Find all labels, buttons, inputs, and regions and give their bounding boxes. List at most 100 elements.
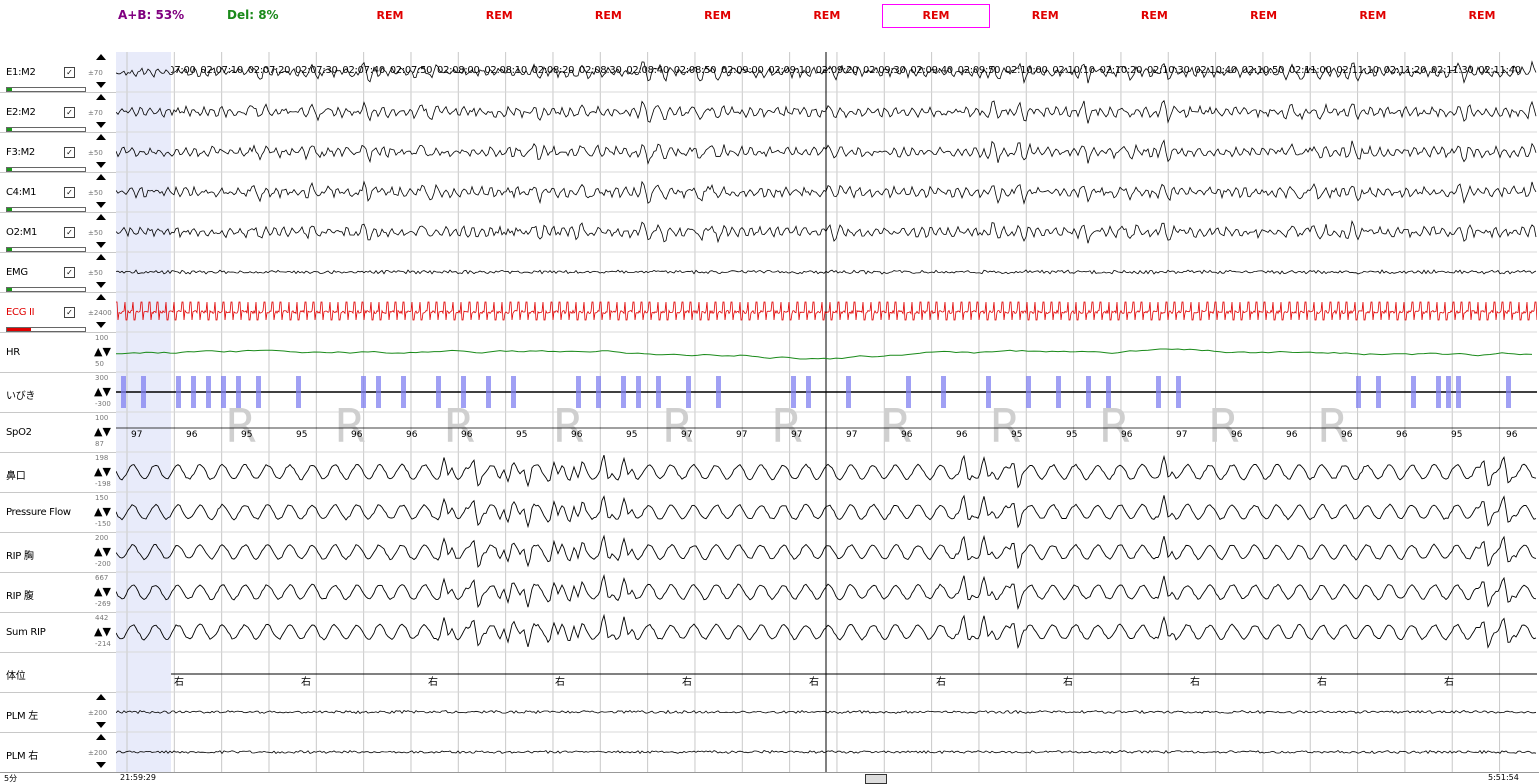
channel-row[interactable]: E1:M2 ✓ ±70 bbox=[0, 52, 116, 93]
scale-adjust-arrows-icon[interactable]: ▲▼ bbox=[94, 465, 111, 478]
snore-event-mark bbox=[1456, 376, 1461, 408]
channel-scale-max: 442 bbox=[95, 614, 109, 622]
scale-down-arrow-icon[interactable] bbox=[96, 762, 106, 768]
channel-row[interactable]: ECG II ✓ ±2400 bbox=[0, 292, 116, 333]
channel-label: EMG bbox=[6, 267, 28, 278]
channel-row[interactable]: EMG ✓ ±50 bbox=[0, 252, 116, 293]
stage-watermark: R bbox=[1317, 399, 1349, 453]
spo2-value: 97 bbox=[131, 430, 142, 440]
scale-adjust-arrows-icon[interactable]: ▲▼ bbox=[94, 545, 111, 558]
channel-row[interactable]: Pressure Flow 150 -150 ▲▼ bbox=[0, 492, 116, 533]
scale-down-arrow-icon[interactable] bbox=[96, 82, 106, 88]
stage-label[interactable]: REM bbox=[995, 9, 1095, 22]
snore-event-mark bbox=[1156, 376, 1161, 408]
channel-label: PLM 右 bbox=[6, 751, 38, 762]
scale-down-arrow-icon[interactable] bbox=[96, 722, 106, 728]
channel-row[interactable]: O2:M1 ✓ ±50 bbox=[0, 212, 116, 253]
scale-up-arrow-icon[interactable] bbox=[96, 174, 106, 180]
channel-row[interactable]: Sum RIP 442 -214 ▲▼ bbox=[0, 612, 116, 653]
channel-gain-fill bbox=[7, 88, 12, 91]
channel-label: 鼻口 bbox=[6, 471, 26, 482]
channel-label: F3:M2 bbox=[6, 147, 35, 158]
stage-label[interactable]: REM bbox=[558, 9, 658, 22]
channel-scale-min: 50 bbox=[95, 360, 104, 368]
channel-row[interactable]: SpO2 100 87 ▲▼ bbox=[0, 412, 116, 453]
channel-scale: ±200 bbox=[88, 709, 108, 717]
snore-event-mark bbox=[1356, 376, 1361, 408]
stage-label[interactable]: REM bbox=[1104, 9, 1204, 22]
channel-visible-checkbox[interactable]: ✓ bbox=[64, 107, 75, 118]
channel-sidebar: E1:M2 ✓ ±70 E2:M2 ✓ ±70 F3:M2 ✓ ±50 C4:M1 ✓ ±50 O2:M… bbox=[0, 52, 117, 773]
channel-label: Pressure Flow bbox=[6, 507, 71, 518]
scale-adjust-arrows-icon[interactable]: ▲▼ bbox=[94, 385, 111, 398]
stage-watermark: R bbox=[880, 399, 912, 453]
position-value: 右 bbox=[428, 675, 438, 688]
scale-down-arrow-icon[interactable] bbox=[96, 322, 106, 328]
channel-row[interactable]: RIP 腹 667 -269 ▲▼ bbox=[0, 572, 116, 613]
channel-scale: ±50 bbox=[88, 189, 103, 197]
channel-scale-max: 150 bbox=[95, 494, 109, 502]
stage-label[interactable]: REM bbox=[340, 9, 440, 22]
scale-adjust-arrows-icon[interactable]: ▲▼ bbox=[94, 505, 111, 518]
scale-up-arrow-icon[interactable] bbox=[96, 254, 106, 260]
channel-row[interactable]: 体位 bbox=[0, 652, 116, 693]
scale-up-arrow-icon[interactable] bbox=[96, 734, 106, 740]
scale-adjust-arrows-icon[interactable]: ▲▼ bbox=[94, 345, 111, 358]
channel-visible-checkbox[interactable]: ✓ bbox=[64, 147, 75, 158]
scale-up-arrow-icon[interactable] bbox=[96, 694, 106, 700]
channel-row[interactable]: RIP 胸 200 -200 ▲▼ bbox=[0, 532, 116, 573]
stage-label[interactable]: REM bbox=[777, 9, 877, 22]
scale-down-arrow-icon[interactable] bbox=[96, 202, 106, 208]
channel-visible-checkbox[interactable]: ✓ bbox=[64, 67, 75, 78]
channel-scale-max: 300 bbox=[95, 374, 109, 382]
scale-up-arrow-icon[interactable] bbox=[96, 94, 106, 100]
channel-row[interactable]: E2:M2 ✓ ±70 bbox=[0, 92, 116, 133]
scale-down-arrow-icon[interactable] bbox=[96, 242, 106, 248]
scale-up-arrow-icon[interactable] bbox=[96, 214, 106, 220]
scale-adjust-arrows-icon[interactable]: ▲▼ bbox=[94, 585, 111, 598]
snore-event-mark bbox=[1056, 376, 1061, 408]
channel-row[interactable]: F3:M2 ✓ ±50 bbox=[0, 132, 116, 173]
stage-label[interactable]: REM bbox=[449, 9, 549, 22]
hr-trace bbox=[116, 348, 1533, 360]
stage-watermark: R bbox=[334, 399, 366, 453]
scale-up-arrow-icon[interactable] bbox=[96, 294, 106, 300]
scale-adjust-arrows-icon[interactable]: ▲▼ bbox=[94, 625, 111, 638]
scale-down-arrow-icon[interactable] bbox=[96, 282, 106, 288]
channel-row[interactable]: PLM 左 ±200 bbox=[0, 692, 116, 733]
spo2-value: 96 bbox=[1286, 430, 1298, 440]
scale-down-arrow-icon[interactable] bbox=[96, 162, 106, 168]
spo2-value: 95 bbox=[296, 430, 307, 440]
channel-row[interactable]: PLM 右 ±200 bbox=[0, 732, 116, 773]
stage-watermark: R bbox=[771, 399, 803, 453]
snore-event-mark bbox=[1446, 376, 1451, 408]
stage-label[interactable]: REM bbox=[1214, 9, 1314, 22]
channel-row[interactable]: いびき 300 -300 ▲▼ bbox=[0, 372, 116, 413]
channel-visible-checkbox[interactable]: ✓ bbox=[64, 267, 75, 278]
stage-label[interactable]: REM bbox=[668, 9, 768, 22]
scale-down-arrow-icon[interactable] bbox=[96, 122, 106, 128]
scale-up-arrow-icon[interactable] bbox=[96, 134, 106, 140]
channel-scale-max: 100 bbox=[95, 414, 109, 422]
channel-visible-checkbox[interactable]: ✓ bbox=[64, 307, 75, 318]
channel-visible-checkbox[interactable]: ✓ bbox=[64, 187, 75, 198]
signal-plot-area[interactable]: R R R R R R R R R R R97 96 95 95 96 96 96 95 96 95 97 97 97 97 9… bbox=[116, 52, 1537, 772]
position-value: 右 bbox=[1190, 675, 1200, 688]
spo2-value: 95 bbox=[241, 430, 252, 440]
scale-up-arrow-icon[interactable] bbox=[96, 54, 106, 60]
stage-watermark: R bbox=[989, 399, 1021, 453]
channel-scale: ±50 bbox=[88, 269, 103, 277]
channel-scale-max: 100 bbox=[95, 334, 109, 342]
selected-epoch-box[interactable] bbox=[882, 4, 990, 28]
stage-label[interactable]: REM bbox=[1323, 9, 1423, 22]
channel-scale-min: -198 bbox=[95, 480, 111, 488]
spo2-value: 95 bbox=[516, 430, 527, 440]
scale-adjust-arrows-icon[interactable]: ▲▼ bbox=[94, 425, 111, 438]
channel-visible-checkbox[interactable]: ✓ bbox=[64, 227, 75, 238]
channel-row[interactable]: 鼻口 198 -198 ▲▼ bbox=[0, 452, 116, 493]
recording-start-time: 21:59:29 bbox=[120, 773, 156, 782]
stage-label[interactable]: REM bbox=[1432, 9, 1532, 22]
channel-row[interactable]: HR 100 50 ▲▼ bbox=[0, 332, 116, 373]
channel-row[interactable]: C4:M1 ✓ ±50 bbox=[0, 172, 116, 213]
snore-event-mark bbox=[1436, 376, 1441, 408]
